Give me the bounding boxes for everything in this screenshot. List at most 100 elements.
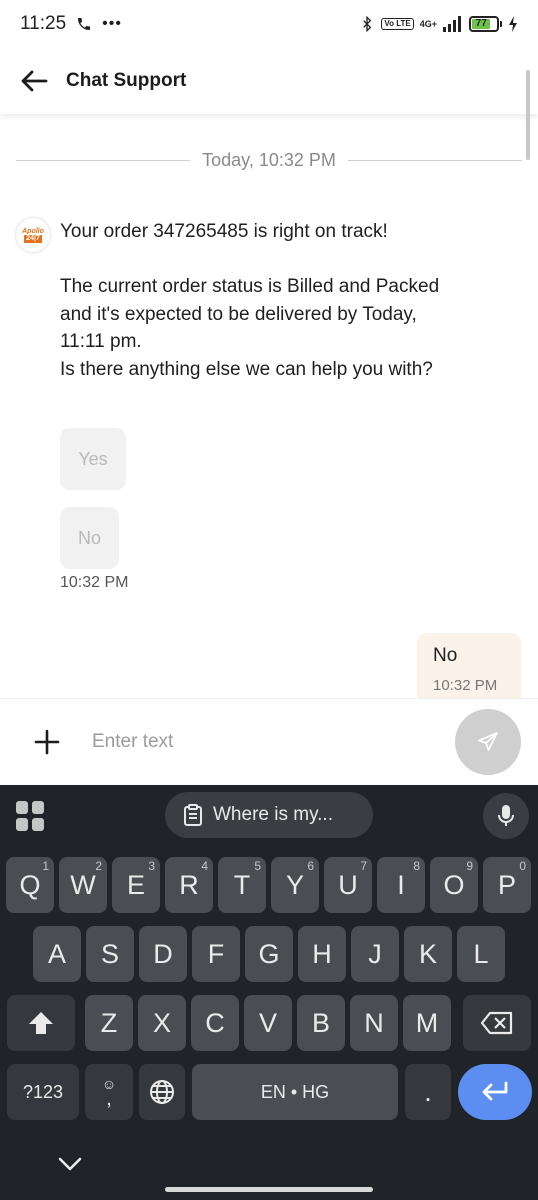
key-e[interactable]: E3 [112, 857, 160, 913]
user-message-bubble: No 10:32 PM [417, 633, 521, 698]
send-button[interactable] [455, 709, 521, 775]
enter-icon [482, 1081, 508, 1101]
key-q[interactable]: Q1 [6, 857, 54, 913]
chat-header: Chat Support [0, 48, 538, 114]
date-separator: Today, 10:32 PM [16, 150, 522, 171]
message-input[interactable] [92, 725, 432, 759]
key-v[interactable]: V [244, 995, 292, 1051]
chat-messages[interactable]: Today, 10:32 PM Apollo 24|7 Your order 3… [0, 114, 538, 698]
language-key[interactable] [139, 1064, 185, 1120]
key-n[interactable]: N [350, 995, 398, 1051]
key-o[interactable]: O9 [430, 857, 478, 913]
back-button[interactable] [18, 65, 50, 97]
key-f[interactable]: F [192, 926, 240, 982]
globe-icon [150, 1080, 174, 1104]
arrow-left-icon [21, 70, 48, 92]
space-key[interactable]: EN • HG [192, 1064, 398, 1120]
quick-reply-yes-button[interactable]: Yes [60, 428, 126, 490]
suggestion-chip[interactable]: Where is my... [165, 792, 373, 838]
key-j[interactable]: J [351, 926, 399, 982]
key-label: G [258, 938, 280, 969]
key-label: S [100, 938, 119, 969]
soft-keyboard: Where is my... Q1W2E3R4T5Y6U7I8O9P0 ASDF… [0, 785, 538, 1200]
key-b[interactable]: B [297, 995, 345, 1051]
bot-message: Your order 347265485 is right on track! … [60, 218, 440, 383]
key-t[interactable]: T5 [218, 857, 266, 913]
key-hint: 9 [466, 859, 473, 873]
backspace-icon [480, 1011, 513, 1035]
status-time: 11:25 [20, 13, 67, 34]
hide-keyboard-button[interactable] [55, 1153, 85, 1177]
key-a[interactable]: A [33, 926, 81, 982]
key-label: N [364, 1007, 384, 1038]
key-label: H [312, 938, 332, 969]
symbols-key[interactable]: ?123 [7, 1064, 79, 1120]
key-label: K [418, 938, 437, 969]
key-hint: 1 [42, 859, 49, 873]
voice-input-button[interactable] [483, 793, 529, 839]
user-message-text: No [433, 645, 458, 666]
key-hint: 5 [254, 859, 261, 873]
signal-icon [443, 16, 461, 32]
key-z[interactable]: Z [85, 995, 133, 1051]
key-c[interactable]: C [191, 995, 239, 1051]
key-u[interactable]: U7 [324, 857, 372, 913]
key-label: D [153, 938, 173, 969]
key-label: A [47, 938, 66, 969]
shift-icon [29, 1012, 53, 1034]
key-label: F [207, 938, 225, 969]
bot-avatar: Apollo 24|7 [16, 218, 50, 252]
key-hint: 2 [95, 859, 102, 873]
shift-key[interactable] [7, 995, 75, 1051]
key-k[interactable]: K [404, 926, 452, 982]
key-label: Z [100, 1007, 118, 1038]
enter-key[interactable] [458, 1064, 532, 1120]
key-label: U [338, 869, 358, 900]
period-key[interactable]: . [405, 1064, 451, 1120]
key-m[interactable]: M [403, 995, 451, 1051]
bluetooth-icon [363, 15, 372, 33]
emoji-comma-key[interactable]: ☺ , [85, 1064, 133, 1120]
more-notifications-icon: ••• [102, 15, 122, 32]
microphone-icon [498, 805, 514, 826]
key-hint: 6 [307, 859, 314, 873]
key-hint: 3 [148, 859, 155, 873]
phone-call-icon [78, 18, 91, 30]
quick-reply-no-button[interactable]: No [60, 507, 119, 569]
volte-badge: Vo LTE [381, 18, 414, 30]
home-indicator[interactable] [165, 1187, 373, 1192]
clipboard-icon [184, 804, 202, 826]
key-label: X [152, 1007, 171, 1038]
key-label: P [497, 869, 516, 900]
key-h[interactable]: H [298, 926, 346, 982]
key-label: T [233, 869, 251, 900]
key-y[interactable]: Y6 [271, 857, 319, 913]
user-message-time: 10:32 PM [433, 677, 498, 694]
keyboard-apps-button[interactable] [16, 801, 46, 831]
key-r[interactable]: R4 [165, 857, 213, 913]
network-type: 4G+ [419, 18, 437, 29]
bot-message-line: Your order 347265485 is right on track! [60, 221, 388, 242]
add-attachment-button[interactable] [32, 727, 62, 757]
key-label: Q [19, 869, 41, 900]
key-hint: 7 [360, 859, 367, 873]
key-d[interactable]: D [139, 926, 187, 982]
key-g[interactable]: G [245, 926, 293, 982]
key-x[interactable]: X [138, 995, 186, 1051]
date-separator-label: Today, 10:32 PM [202, 150, 336, 170]
page-title: Chat Support [66, 70, 187, 91]
key-i[interactable]: I8 [377, 857, 425, 913]
status-bar: 11:25 ••• Vo LTE 4G+ 77 [0, 0, 538, 48]
scrollbar-thumb[interactable] [526, 70, 530, 160]
bot-message-time: 10:32 PM [60, 574, 129, 591]
message-composer [0, 698, 538, 785]
key-p[interactable]: P0 [483, 857, 531, 913]
backspace-key[interactable] [463, 995, 531, 1051]
key-label: M [415, 1007, 439, 1038]
key-label: W [70, 869, 96, 900]
key-w[interactable]: W2 [59, 857, 107, 913]
key-l[interactable]: L [457, 926, 505, 982]
key-label: Y [285, 869, 304, 900]
key-s[interactable]: S [86, 926, 134, 982]
suggestion-text: Where is my... [213, 804, 333, 825]
